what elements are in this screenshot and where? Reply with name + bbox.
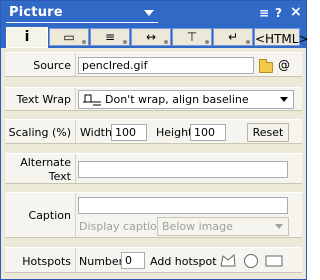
at-icon[interactable]: @ <box>278 58 290 72</box>
number-input[interactable]: 0 <box>121 252 145 269</box>
scaling-row: Scaling (%) Width 100 Height 100 Reset <box>5 119 302 144</box>
hotspots-row: Hotspots Number 0 Add hotspot <box>5 247 302 273</box>
tab-html[interactable]: <HTML> <box>254 28 309 46</box>
height-label: Height <box>156 126 193 139</box>
hotspots-label: Hotspots <box>22 255 71 268</box>
title-underline <box>6 22 158 23</box>
help-icon[interactable]: ? <box>275 6 282 20</box>
width-label: Width <box>80 126 112 139</box>
text-wrap-value: Don't wrap, align baseline <box>105 93 249 106</box>
source-input[interactable]: pencIred.gif <box>78 57 254 74</box>
add-hotspot-label: Add hotspot <box>150 255 217 268</box>
title-dropdown-icon[interactable] <box>144 10 154 16</box>
caption-input[interactable] <box>78 197 288 214</box>
tab-sub-indicator <box>246 40 250 44</box>
row-divider <box>75 120 76 143</box>
width-input[interactable]: 100 <box>111 124 147 141</box>
row-divider <box>75 193 76 237</box>
tab-sub-indicator <box>164 40 168 44</box>
folder-icon[interactable] <box>259 59 273 73</box>
display-caption-label: Display caption <box>79 220 164 233</box>
circle-hotspot-icon[interactable] <box>242 253 260 269</box>
menu-icon[interactable]: ≡ <box>259 6 269 20</box>
tab-sub-indicator <box>205 40 209 44</box>
display-caption-select[interactable]: Below image <box>157 217 289 236</box>
chevron-down-icon <box>275 224 283 229</box>
tab-strip: i ▭ ≡ ↔ ⊤ ↵ <HTML> <box>1 26 309 48</box>
text-wrap-row: Text Wrap Don't wrap, align baseline <box>5 87 302 111</box>
tab-image-map[interactable]: ↵ <box>213 28 253 46</box>
tab-spacing[interactable]: ↔ <box>131 28 171 46</box>
display-caption-value: Below image <box>162 220 233 233</box>
tab-sub-indicator <box>123 40 127 44</box>
scaling-label: Scaling (%) <box>8 126 71 139</box>
tab-border[interactable]: ▭ <box>49 28 89 46</box>
text-wrap-select[interactable]: Don't wrap, align baseline <box>78 90 294 109</box>
rectangle-hotspot-icon[interactable] <box>265 253 283 269</box>
caption-row: Caption Display caption Below image <box>5 192 302 238</box>
number-label: Number <box>79 255 124 268</box>
tab-sub-indicator <box>82 40 86 44</box>
row-divider <box>75 53 76 76</box>
row-divider <box>75 154 76 183</box>
info-icon: i <box>24 29 30 45</box>
tab-info[interactable]: i <box>6 27 48 48</box>
picture-panel: Picture ≡ ? × i ▭ ≡ ↔ ⊤ ↵ <HTML> Source … <box>0 0 309 280</box>
text-wrap-label: Text Wrap <box>16 93 71 106</box>
title-bar: Picture ≡ ? × <box>1 1 306 26</box>
html-icon: <HTML> <box>255 32 309 46</box>
alternate-text-label-line2: Text <box>48 170 71 183</box>
alternate-text-input[interactable] <box>78 161 288 178</box>
alternate-text-row: Alternate Text <box>5 153 302 184</box>
panel-title[interactable]: Picture <box>9 5 63 20</box>
source-row: Source pencIred.gif @ <box>5 52 302 77</box>
caption-label: Caption <box>28 209 71 222</box>
polygon-hotspot-icon[interactable] <box>219 253 237 269</box>
close-icon[interactable]: × <box>290 4 302 20</box>
alternate-text-label-line1: Alternate <box>20 156 71 169</box>
tab-link[interactable]: ⊤ <box>172 28 212 46</box>
chevron-down-icon <box>280 97 288 102</box>
tab-text-align[interactable]: ≡ <box>90 28 130 46</box>
reset-button[interactable]: Reset <box>247 123 289 142</box>
height-input[interactable]: 100 <box>190 124 226 141</box>
wrap-baseline-icon <box>83 94 101 106</box>
row-divider <box>75 248 76 272</box>
row-divider <box>75 88 76 110</box>
source-label: Source <box>33 59 71 72</box>
